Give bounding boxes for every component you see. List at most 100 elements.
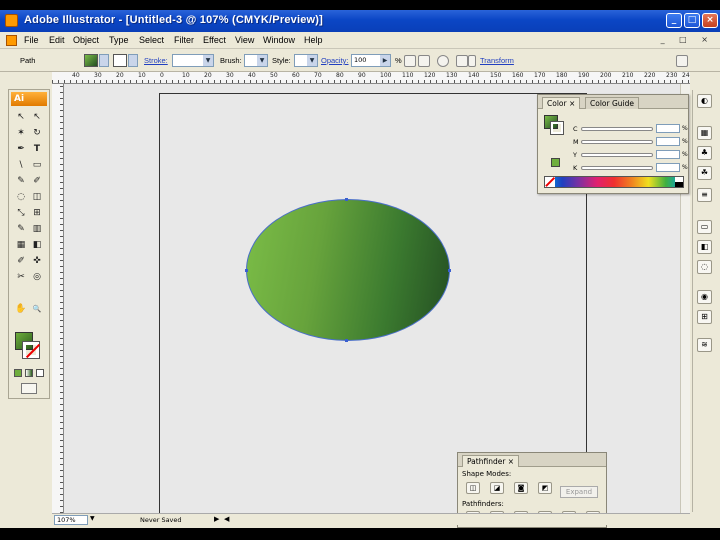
- zoom-field[interactable]: 107%: [54, 515, 88, 525]
- menu-view[interactable]: View: [235, 35, 254, 45]
- menu-help[interactable]: Help: [304, 35, 323, 45]
- scale-tool-icon[interactable]: ◫: [30, 191, 44, 204]
- type-tool-icon[interactable]: T: [30, 143, 44, 156]
- style-dropdown[interactable]: ▼: [294, 54, 318, 67]
- warp-tool-icon[interactable]: ⤡: [14, 207, 28, 220]
- tab-pathfinder[interactable]: Pathfinder ×: [462, 455, 520, 467]
- dock-color-icon[interactable]: ◐: [697, 94, 712, 108]
- selected-ellipse[interactable]: [246, 199, 450, 341]
- m-value-field[interactable]: [656, 137, 680, 146]
- tab-color-guide[interactable]: Color Guide: [585, 97, 639, 109]
- menu-filter[interactable]: Filter: [174, 35, 194, 45]
- dock-transparency-icon[interactable]: ◧: [697, 240, 712, 254]
- scissors-tool-icon[interactable]: ✂: [14, 271, 28, 284]
- magic-wand-tool-icon[interactable]: ✶: [14, 127, 28, 140]
- stroke-color-box[interactable]: [22, 341, 40, 359]
- menu-object[interactable]: Object: [73, 35, 99, 45]
- color-spectrum-ramp[interactable]: [544, 176, 684, 188]
- menu-window[interactable]: Window: [263, 35, 295, 45]
- isolate-dropdown-icon[interactable]: [468, 55, 476, 67]
- dock-layers-icon[interactable]: ⊞: [697, 310, 712, 324]
- gradient-tool-icon[interactable]: ◧: [30, 239, 44, 252]
- unite-icon[interactable]: ◫: [466, 482, 480, 494]
- mesh-tool-icon[interactable]: ▦: [14, 239, 28, 252]
- dock-gradient-icon[interactable]: ▭: [697, 220, 712, 234]
- brush-dropdown[interactable]: ▼: [244, 54, 268, 67]
- menu-edit[interactable]: Edit: [49, 35, 65, 45]
- symbol-sprayer-tool-icon[interactable]: ✎: [14, 223, 28, 236]
- anchor-point[interactable]: [345, 198, 348, 201]
- panel-stroke-swatch[interactable]: [550, 121, 564, 135]
- dock-appearance-icon[interactable]: ◌: [697, 260, 712, 274]
- menu-type[interactable]: Type: [109, 35, 129, 45]
- k-value-field[interactable]: [656, 163, 680, 172]
- rotate-tool-icon[interactable]: ◌: [14, 191, 28, 204]
- dock-swatches-icon[interactable]: ▦: [697, 126, 712, 140]
- lasso-tool-icon[interactable]: ↻: [30, 127, 44, 140]
- dock-artboards-icon[interactable]: ≋: [697, 338, 712, 352]
- panel-menu-icon[interactable]: [676, 55, 688, 67]
- vertical-ruler[interactable]: [52, 84, 64, 519]
- eyedropper-tool-icon[interactable]: ✐: [14, 255, 28, 268]
- none-mode-icon[interactable]: [36, 369, 44, 377]
- anchor-point[interactable]: [448, 269, 451, 272]
- status-menu-arrow-icon[interactable]: ▶: [214, 515, 219, 523]
- out-of-gamut-swatch[interactable]: [551, 158, 560, 167]
- c-value-field[interactable]: [656, 124, 680, 133]
- dock-stroke-icon[interactable]: ≡: [697, 188, 712, 202]
- selection-tool-icon[interactable]: ↖: [14, 111, 28, 124]
- y-value-field[interactable]: [656, 150, 680, 159]
- menu-select[interactable]: Select: [139, 35, 164, 45]
- minus-front-icon[interactable]: ◪: [490, 482, 504, 494]
- menu-file[interactable]: File: [24, 35, 39, 45]
- recolor-icon[interactable]: [437, 55, 449, 67]
- opacity-link[interactable]: Opacity:: [321, 56, 349, 65]
- pen-tool-icon[interactable]: ✒: [14, 143, 28, 156]
- fill-dropdown[interactable]: [99, 54, 109, 67]
- stroke-dropdown[interactable]: [128, 54, 138, 67]
- anchor-point[interactable]: [245, 269, 248, 272]
- paintbrush-tool-icon[interactable]: ✎: [14, 175, 28, 188]
- gradient-mode-icon[interactable]: [25, 369, 33, 377]
- document-icon[interactable]: [6, 35, 17, 46]
- stroke-swatch[interactable]: [113, 54, 127, 67]
- hand-tool-icon[interactable]: ✋: [14, 303, 28, 316]
- column-graph-tool-icon[interactable]: ▥: [30, 223, 44, 236]
- line-tool-icon[interactable]: \: [14, 159, 28, 172]
- maximize-button[interactable]: □: [684, 13, 700, 28]
- stroke-weight-field[interactable]: ▼: [172, 54, 214, 67]
- k-slider[interactable]: [581, 166, 653, 170]
- stroke-link[interactable]: Stroke:: [144, 56, 168, 65]
- none-swatch[interactable]: [545, 177, 555, 187]
- align-icon[interactable]: [418, 55, 430, 67]
- expand-button[interactable]: Expand: [560, 486, 598, 498]
- scroll-left-icon[interactable]: ◀: [224, 515, 229, 523]
- opacity-field[interactable]: 100 ▶: [351, 54, 391, 67]
- pencil-tool-icon[interactable]: ✐: [30, 175, 44, 188]
- anchor-point[interactable]: [345, 339, 348, 342]
- color-mode-icon[interactable]: [14, 369, 22, 377]
- menu-effect[interactable]: Effect: [203, 35, 226, 45]
- zoom-dropdown-icon[interactable]: ▼: [90, 515, 95, 522]
- direct-selection-tool-icon[interactable]: ↖: [30, 111, 44, 124]
- m-slider[interactable]: [581, 140, 653, 144]
- dock-symbols-icon[interactable]: ☘: [697, 166, 712, 180]
- doc-setup-icon[interactable]: [404, 55, 416, 67]
- y-slider[interactable]: [581, 153, 653, 157]
- blend-tool-icon[interactable]: ✜: [30, 255, 44, 268]
- fill-swatch[interactable]: [84, 54, 98, 67]
- c-slider[interactable]: [581, 127, 653, 131]
- isolate-icon[interactable]: [456, 55, 468, 67]
- free-transform-tool-icon[interactable]: ⊞: [30, 207, 44, 220]
- document-window-controls[interactable]: _ □ ×: [661, 35, 714, 44]
- close-button[interactable]: ×: [702, 13, 718, 28]
- ellipse-tool-icon[interactable]: ▭: [30, 159, 44, 172]
- horizontal-ruler[interactable]: 40 30 20 10 0 10 20 30 40 50 60 70 80 90…: [52, 72, 690, 84]
- black-white-swatch[interactable]: [675, 177, 683, 187]
- tab-color[interactable]: Color ×: [542, 97, 581, 109]
- dock-brushes-icon[interactable]: ♣: [697, 146, 712, 160]
- zoom-tool-icon[interactable]: 🔍: [30, 303, 44, 316]
- minimize-button[interactable]: _: [666, 13, 682, 28]
- dock-graphic-styles-icon[interactable]: ◉: [697, 290, 712, 304]
- exclude-icon[interactable]: ◩: [538, 482, 552, 494]
